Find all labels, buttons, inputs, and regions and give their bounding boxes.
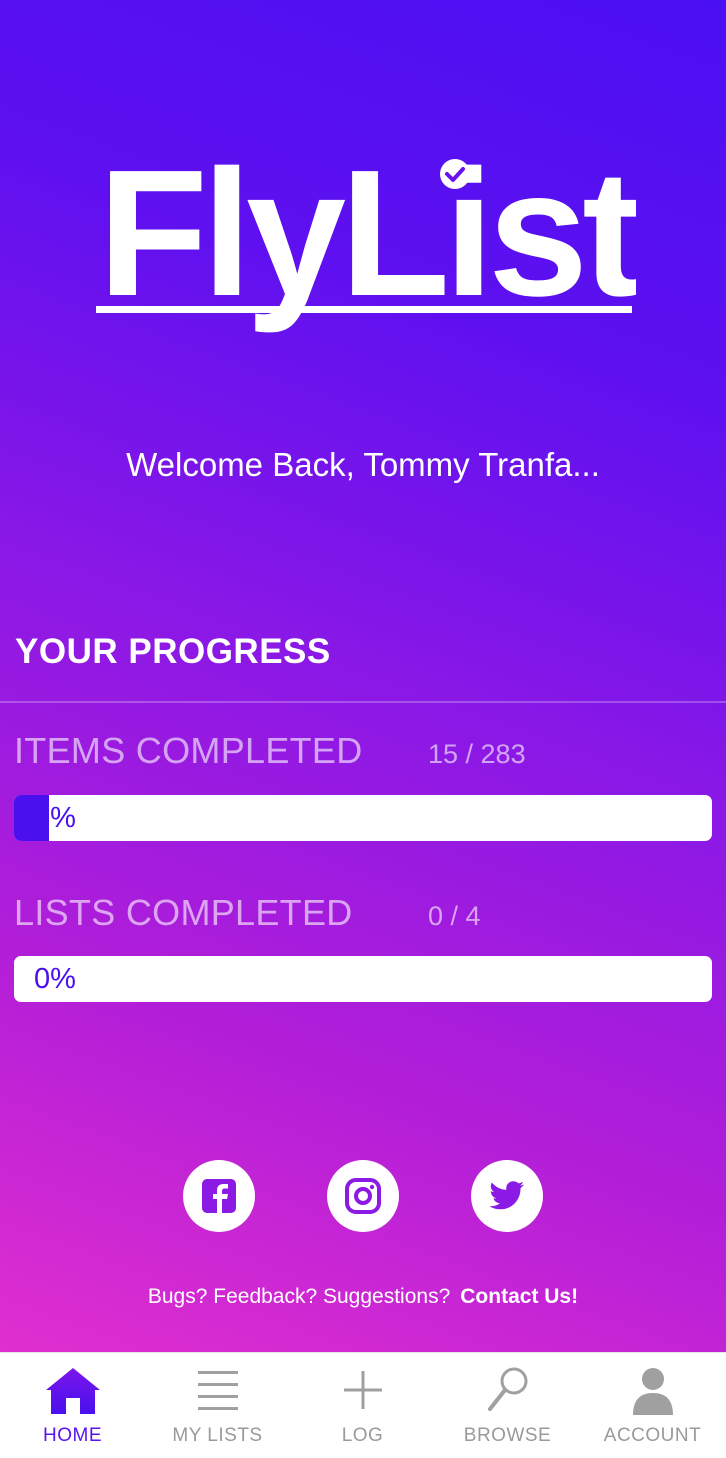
lists-completed-count: 0 / 4 — [428, 901, 481, 931]
instagram-button[interactable] — [327, 1160, 399, 1232]
bottom-tab-bar: HOME MY LISTS LOG BROWSE ACCOUNT — [0, 1352, 726, 1458]
tab-log-label: LOG — [341, 1425, 384, 1446]
items-completed-label: ITEMS COMPLETED — [14, 730, 363, 771]
tab-log[interactable]: LOG — [290, 1353, 435, 1458]
feedback-footer: Bugs? Feedback? Suggestions? Contact Us! — [0, 1285, 726, 1309]
twitter-icon — [489, 1181, 524, 1210]
facebook-button[interactable] — [183, 1160, 255, 1232]
instagram-icon — [345, 1178, 381, 1214]
tab-browse-label: BROWSE — [463, 1425, 552, 1446]
home-icon — [45, 1368, 100, 1414]
items-progress-bar: 5% — [14, 795, 712, 841]
search-icon — [487, 1367, 527, 1411]
progress-section-title: YOUR PROGRESS — [15, 632, 331, 671]
tab-home-label: HOME — [43, 1425, 102, 1446]
tab-account[interactable]: ACCOUNT — [580, 1353, 725, 1458]
feedback-prompt: Bugs? Feedback? Suggestions? — [147, 1285, 451, 1308]
lists-progress-percent: 0% — [34, 963, 76, 995]
tab-my-lists[interactable]: MY LISTS — [145, 1353, 290, 1458]
plus-icon — [343, 1371, 382, 1409]
tab-account-label: ACCOUNT — [603, 1425, 702, 1446]
contact-us-link[interactable]: Contact Us! — [460, 1285, 578, 1308]
tab-home[interactable]: HOME — [0, 1353, 145, 1458]
tab-browse[interactable]: BROWSE — [435, 1353, 580, 1458]
list-icon — [197, 1371, 238, 1410]
welcome-message: Welcome Back, Tommy Tranfa... — [126, 446, 600, 483]
items-progress-percent: 5% — [34, 802, 76, 834]
flylist-logo: FlyList — [96, 133, 646, 350]
lists-progress-bar: 0% — [14, 956, 712, 1002]
items-completed-count: 15 / 283 — [428, 739, 526, 769]
lists-completed-label: LISTS COMPLETED — [14, 892, 353, 933]
facebook-icon — [202, 1179, 236, 1213]
twitter-button[interactable] — [471, 1160, 543, 1232]
home-screen: FlyList Welcome Back, Tommy Tranfa... YO… — [0, 0, 726, 1352]
user-icon — [632, 1368, 673, 1415]
tab-my-lists-label: MY LISTS — [172, 1425, 263, 1446]
section-divider — [0, 701, 726, 703]
